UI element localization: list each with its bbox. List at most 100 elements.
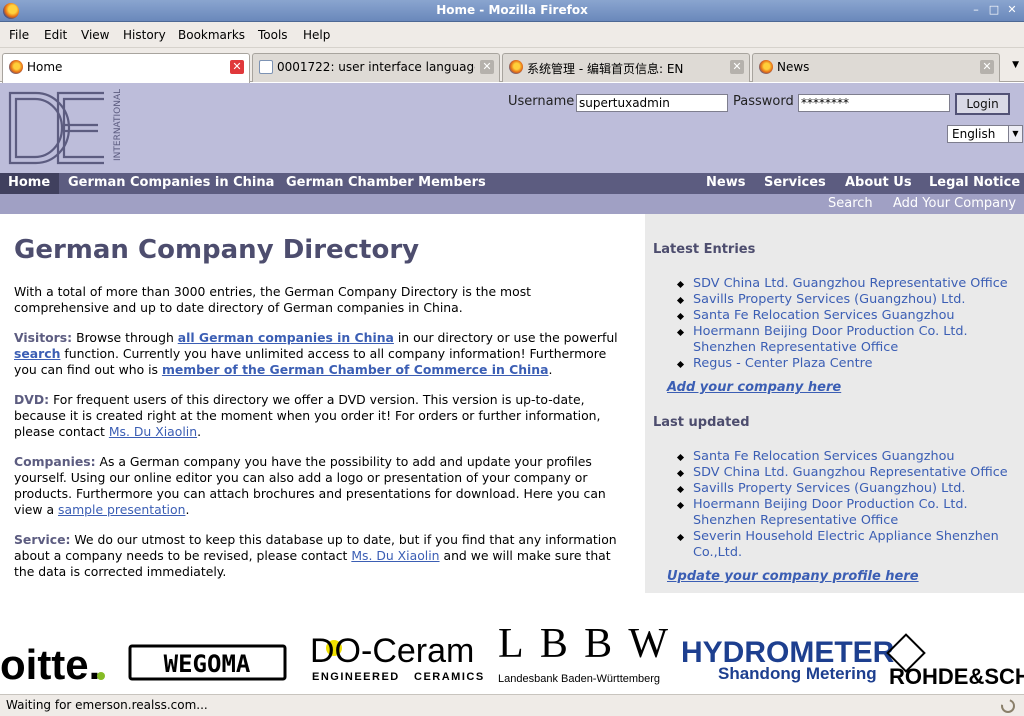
menu-tools[interactable]: Tools	[258, 28, 288, 42]
deloitte-logo[interactable]: oitte.	[0, 641, 105, 688]
list-item[interactable]: Hoermann Beijing Door Production Co. Ltd…	[675, 497, 1015, 529]
list-item[interactable]: Santa Fe Relocation Services Guangzhou	[675, 308, 1015, 324]
minimize-icon[interactable]: –	[969, 3, 983, 17]
nav-services[interactable]: Services	[764, 175, 826, 190]
last-updated-heading: Last updated	[653, 415, 750, 430]
page-title: German Company Directory	[14, 235, 420, 265]
list-item[interactable]: SDV China Ltd. Guangzhou Representative …	[675, 276, 1015, 292]
all-companies-link[interactable]: all German companies in China	[178, 330, 394, 345]
service-label: Service:	[14, 532, 71, 547]
site-header: INTERNATIONAL Username Password Login En…	[0, 83, 1024, 173]
hydrometer-logo[interactable]: HYDROMETER Shandong Metering	[681, 636, 895, 683]
close-tab-icon[interactable]: ✕	[230, 60, 244, 74]
svg-text:DO-Ceram: DO-Ceram	[310, 632, 474, 670]
close-tab-icon[interactable]: ✕	[730, 60, 744, 74]
nav-german-companies[interactable]: German Companies in China	[68, 175, 274, 190]
contact-link[interactable]: Ms. Du Xiaolin	[351, 548, 439, 563]
text: .	[197, 424, 202, 439]
tab-news[interactable]: News ✕	[752, 53, 1000, 82]
rohde-schwarz-logo[interactable]: ROHDE&SCH	[886, 633, 1024, 689]
svg-text:ENGINEERED: ENGINEERED	[312, 671, 400, 683]
close-window-icon[interactable]: ✕	[1005, 3, 1019, 17]
intro-paragraph: With a total of more than 3000 entries, …	[14, 284, 532, 315]
update-profile-link[interactable]: Update your company profile here	[667, 569, 919, 584]
menu-file[interactable]: File	[9, 28, 29, 42]
menu-history[interactable]: History	[123, 28, 166, 42]
main-nav: Home German Companies in China German Ch…	[0, 173, 1024, 194]
dvd-paragraph: DVD: For frequent users of this director…	[14, 392, 626, 440]
sample-presentation-link[interactable]: sample presentation	[58, 502, 185, 517]
sidebar: Latest Entries SDV China Ltd. Guangzhou …	[645, 214, 1024, 593]
subnav-search[interactable]: Search	[828, 196, 873, 211]
menu-bar: File Edit View History Bookmarks Tools H…	[0, 22, 1024, 48]
login-button[interactable]: Login	[955, 93, 1010, 115]
tab-label: Home	[27, 60, 63, 74]
password-input[interactable]	[798, 94, 950, 112]
list-item[interactable]: Regus - Center Plaza Centre	[675, 356, 1015, 372]
tab-list-dropdown-icon[interactable]: ▼	[1012, 60, 1019, 70]
text: .	[548, 362, 553, 377]
text: in our directory or use the powerful	[393, 330, 618, 345]
add-company-link[interactable]: Add your company here	[667, 380, 841, 395]
svg-text:Landesbank Baden-Württemberg: Landesbank Baden-Württemberg	[498, 673, 660, 685]
nav-about-us[interactable]: About Us	[845, 175, 912, 190]
list-item[interactable]: Hoermann Beijing Door Production Co. Ltd…	[675, 324, 1015, 356]
visitors-label: Visitors:	[14, 330, 73, 345]
tab-issue[interactable]: 0001722: user interface language... ✕	[252, 53, 500, 82]
list-item[interactable]: SDV China Ltd. Guangzhou Representative …	[675, 465, 1015, 481]
status-bar: Waiting for emerson.realss.com...	[0, 694, 1024, 716]
page-favicon-icon	[259, 60, 273, 74]
language-select[interactable]: English ▼	[947, 125, 1023, 143]
svg-text:CERAMICS: CERAMICS	[414, 671, 485, 683]
close-tab-icon[interactable]: ✕	[980, 60, 994, 74]
chevron-down-icon: ▼	[1008, 126, 1022, 142]
firefox-favicon-icon	[9, 60, 23, 74]
visitors-paragraph: Visitors: Browse through all German comp…	[14, 330, 626, 378]
loading-icon	[1001, 699, 1015, 713]
username-input[interactable]	[576, 94, 728, 112]
wegoma-logo[interactable]: WEGOMA	[128, 644, 287, 681]
lbbw-logo[interactable]: LBBW Landesbank Baden-Württemberg	[498, 621, 668, 685]
contact-link[interactable]: Ms. Du Xiaolin	[109, 424, 197, 439]
menu-edit[interactable]: Edit	[44, 28, 67, 42]
svg-text:oitte.: oitte.	[0, 641, 100, 688]
tab-label: 系统管理 - 编辑首页信息: EN	[527, 62, 684, 76]
nav-legal-notice[interactable]: Legal Notice	[929, 175, 1020, 190]
text: Browse through	[72, 330, 178, 345]
nav-news[interactable]: News	[706, 175, 745, 190]
chamber-member-link[interactable]: member of the German Chamber of Commerce…	[162, 362, 549, 377]
svg-text:ROHDE&SCH: ROHDE&SCH	[889, 664, 1024, 689]
list-item[interactable]: Savills Property Services (Guangzhou) Lt…	[675, 481, 1015, 497]
nav-chamber-members[interactable]: German Chamber Members	[286, 175, 486, 190]
nav-home[interactable]: Home	[8, 175, 50, 190]
tab-label: News	[777, 60, 810, 74]
menu-bookmarks[interactable]: Bookmarks	[178, 28, 245, 42]
partner-logos-strip: oitte. WEGOMA DO-Ceram ENGINEERED CERAMI…	[0, 593, 1024, 693]
text: .	[185, 502, 190, 517]
sub-nav: Search Add Your Company	[0, 194, 1024, 214]
window-titlebar: Home - Mozilla Firefox – □ ✕	[0, 0, 1024, 22]
close-tab-icon[interactable]: ✕	[480, 60, 494, 74]
search-link[interactable]: search	[14, 346, 60, 361]
tab-home[interactable]: Home ✕	[2, 53, 250, 83]
subnav-add-company[interactable]: Add Your Company	[893, 196, 1016, 211]
menu-view[interactable]: View	[81, 28, 109, 42]
companies-paragraph: Companies: As a German company you have …	[14, 454, 626, 518]
menu-help[interactable]: Help	[303, 28, 330, 42]
firefox-favicon-icon	[509, 60, 523, 74]
list-item[interactable]: Santa Fe Relocation Services Guangzhou	[675, 449, 1015, 465]
maximize-icon[interactable]: □	[987, 3, 1001, 17]
password-label: Password	[733, 94, 794, 109]
tab-label: 0001722: user interface language...	[277, 60, 475, 74]
latest-entries-list: SDV China Ltd. Guangzhou Representative …	[675, 276, 1015, 372]
firefox-favicon-icon	[759, 60, 773, 74]
svg-text:LBBW: LBBW	[498, 621, 668, 667]
list-item[interactable]: Severin Household Electric Appliance She…	[675, 529, 1015, 561]
last-updated-list: Santa Fe Relocation Services Guangzhou S…	[675, 449, 1015, 561]
de-international-logo[interactable]: INTERNATIONAL	[8, 89, 126, 167]
svg-text:INTERNATIONAL: INTERNATIONAL	[113, 89, 123, 161]
tab-admin[interactable]: 系统管理 - 编辑首页信息: EN ✕	[502, 53, 750, 82]
list-item[interactable]: Savills Property Services (Guangzhou) Lt…	[675, 292, 1015, 308]
partner-logos: oitte. WEGOMA DO-Ceram ENGINEERED CERAMI…	[0, 621, 1024, 689]
doceram-logo[interactable]: DO-Ceram ENGINEERED CERAMICS	[310, 632, 485, 683]
